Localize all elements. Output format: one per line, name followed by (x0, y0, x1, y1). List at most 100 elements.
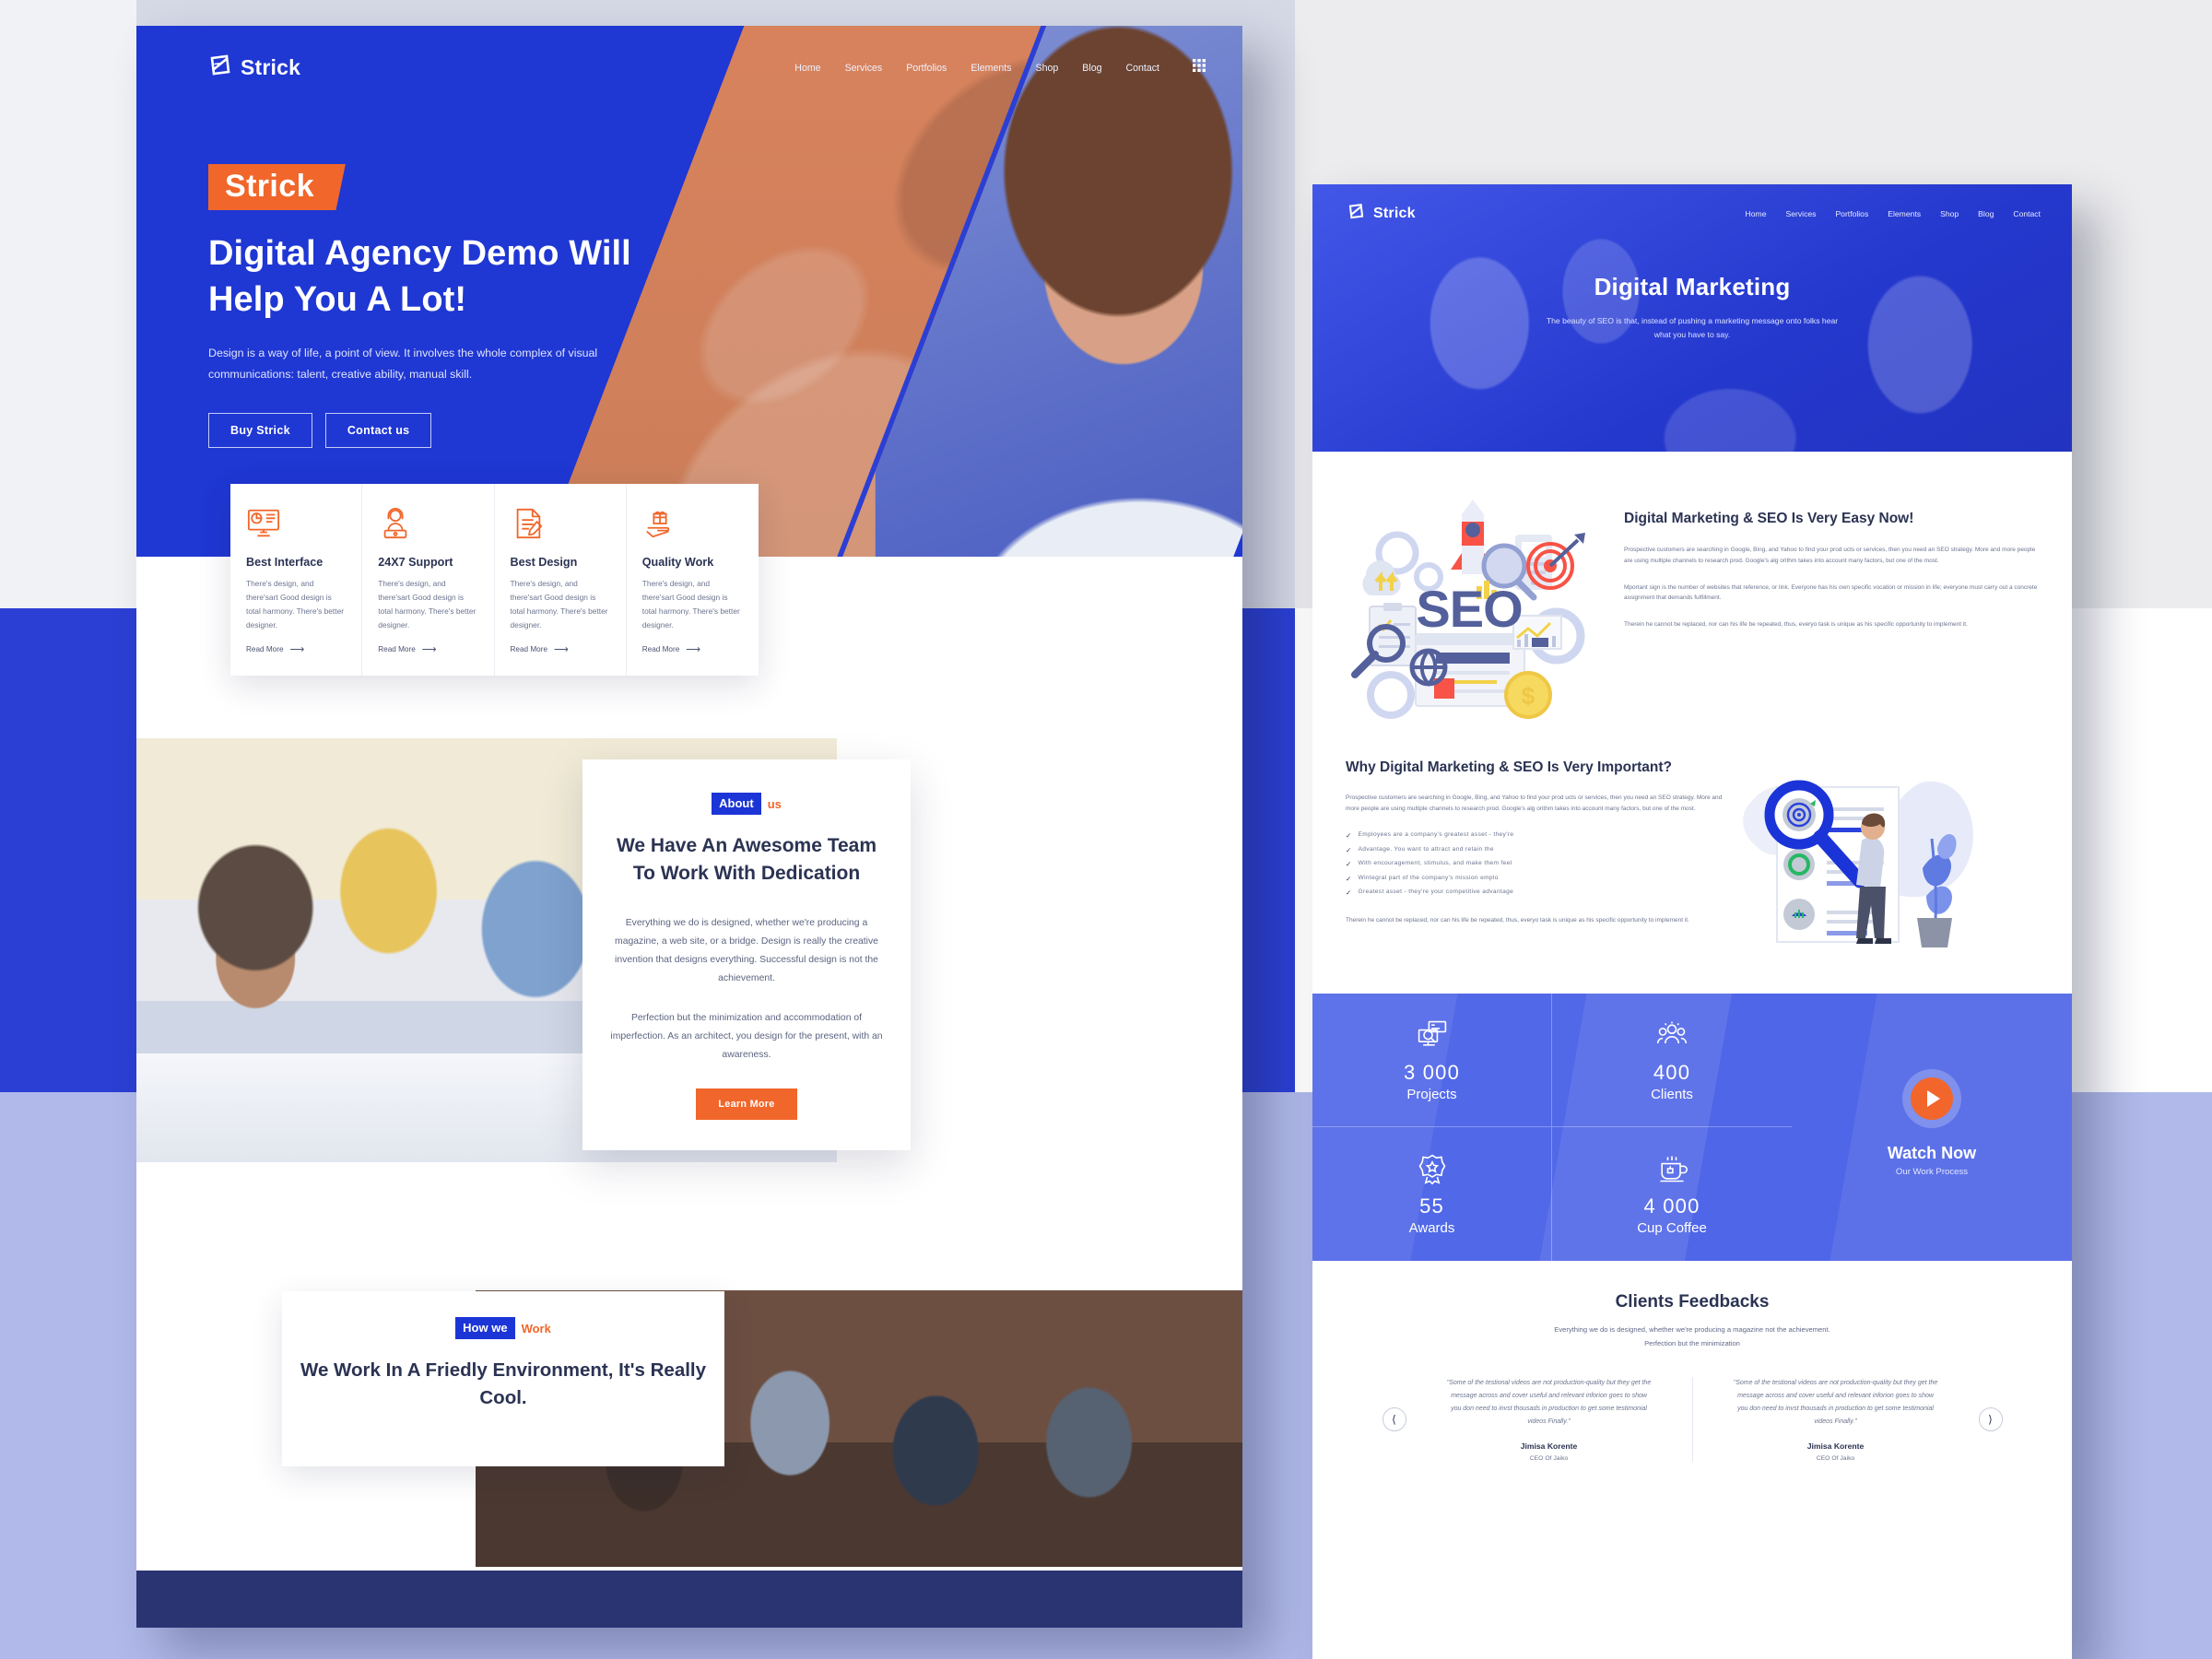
inner-navbar: Strick Home Services Portfolios Elements… (1312, 184, 2072, 225)
presentation-search-icon (1416, 1018, 1449, 1052)
magnifier-document-person-illustration (1742, 767, 2050, 960)
why-text-block: Why Digital Marketing & SEO Is Very Impo… (1346, 758, 1733, 960)
counter-projects: 3 000 Projects (1312, 994, 1552, 1127)
read-more-label: Read More (378, 644, 416, 653)
people-group-icon (1655, 1018, 1688, 1052)
home-page-mockup: Strick Home Services Portfolios Elements… (136, 26, 1242, 1628)
feature-text: There's design, and there'sart Good desi… (378, 579, 477, 629)
nav-item-portfolios[interactable]: Portfolios (906, 63, 947, 74)
inner-hero-section: Strick Home Services Portfolios Elements… (1312, 184, 2072, 452)
hand-gift-diamond-icon (642, 506, 677, 541)
feature-card-support[interactable]: 24X7 Support There's design, and there's… (362, 484, 495, 676)
testimonial-divider (1691, 1376, 1693, 1462)
brand-logo[interactable]: Strick (208, 53, 300, 82)
read-more-link[interactable]: Read More ⟶ (378, 643, 478, 655)
testimonial-author: Jimisa Korente (1806, 1441, 1865, 1451)
seo-heading: Digital Marketing & SEO Is Very Easy Now… (1624, 511, 1914, 526)
why-checklist-label: Wintegral part of the company's mission … (1358, 874, 1499, 881)
hero-content: Strick Digital Agency Demo Will Help You… (208, 164, 688, 449)
counters-section: 3 000 Projects 400 Clients 55 Awards 4 0… (1312, 994, 2072, 1261)
nav-item-shop[interactable]: Shop (1036, 63, 1059, 74)
check-icon: ✓ (1346, 860, 1352, 869)
counter-awards: 55 Awards (1312, 1127, 1552, 1261)
testimonials-heading: Clients Feedbacks (1615, 1292, 1770, 1312)
read-more-link[interactable]: Read More ⟶ (511, 643, 611, 655)
contact-us-button[interactable]: Contact us (324, 413, 432, 449)
about-paragraph-1: Everything we do is designed, whether we… (615, 917, 878, 984)
why-lead: Prospective customers are searching in G… (1346, 794, 1723, 813)
carousel-prev-button[interactable]: ⟨ (1382, 1406, 1406, 1431)
testimonials-subtitle: Everything we do is designed, whether we… (1554, 1325, 1830, 1347)
testimonial-author: Jimisa Korente (1520, 1441, 1578, 1451)
read-more-link[interactable]: Read More ⟶ (246, 643, 347, 655)
why-checklist-item: ✓ Employees are a company's greatest asse… (1346, 829, 1733, 843)
why-checklist-label: With encouragement, stimulus, and make t… (1358, 860, 1512, 867)
play-button-icon[interactable] (1911, 1077, 1953, 1120)
how-we-work-card: How we Work We Work In A Friedly Environ… (282, 1291, 724, 1466)
arrow-right-icon: ⟶ (554, 643, 569, 655)
testimonials-carousel: ⟨ "Some of the testional videos are not … (1312, 1376, 2072, 1462)
check-icon: ✓ (1346, 874, 1352, 883)
inner-nav-item-home[interactable]: Home (1746, 209, 1767, 218)
coffee-cup-icon (1655, 1152, 1688, 1185)
check-icon: ✓ (1346, 831, 1352, 841)
work-heading: We Work In A Friedly Environment, It's R… (300, 1359, 707, 1408)
grid-menu-icon[interactable] (1193, 59, 1206, 76)
hero-paragraph: Design is a way of life, a point of view… (208, 347, 598, 382)
learn-more-button[interactable]: Learn More (696, 1088, 797, 1120)
work-bottom-strip (136, 1571, 1242, 1628)
inner-hero-content: Digital Marketing The beauty of SEO is t… (1312, 273, 2072, 343)
counter-label: Cup Coffee (1637, 1220, 1707, 1236)
feature-card-best-design[interactable]: Best Design There's design, and there'sa… (495, 484, 627, 676)
chevron-right-icon: ⟩ (1988, 1412, 1993, 1426)
hero-brand-tag: Strick (208, 164, 346, 210)
buy-strick-button[interactable]: Buy Strick (208, 413, 312, 449)
background-left-strip (0, 0, 136, 608)
feature-cards: Best Interface There's design, and there… (230, 484, 759, 676)
inner-hero-title: Digital Marketing (1594, 273, 1791, 300)
why-checklist-item: ✓ Greatest asset - they're your competiti… (1346, 886, 1733, 900)
about-pill-bold: About (712, 793, 761, 815)
inner-brand-logo[interactable]: Strick (1347, 203, 1416, 225)
inner-nav-item-elements[interactable]: Elements (1888, 209, 1921, 218)
testimonial-card: "Some of the testional videos are not pr… (1434, 1377, 1665, 1462)
inner-nav-item-blog[interactable]: Blog (1978, 209, 1994, 218)
inner-brand-name: Strick (1373, 206, 1416, 221)
how-we-work-section: How we Work We Work In A Friedly Environ… (136, 1290, 1242, 1628)
nav-item-elements[interactable]: Elements (971, 63, 1011, 74)
counter-number: 4 000 (1643, 1194, 1700, 1218)
feature-card-quality-work[interactable]: Quality Work There's design, and there's… (627, 484, 759, 676)
about-heading: We Have An Awesome Team To Work With Ded… (616, 835, 877, 884)
read-more-link[interactable]: Read More ⟶ (642, 643, 744, 655)
why-tail: Therein he cannot be replaced, nor can h… (1346, 916, 1689, 924)
inner-nav-item-services[interactable]: Services (1785, 209, 1816, 218)
nav-item-services[interactable]: Services (845, 63, 883, 74)
carousel-next-button[interactable]: ⟩ (1978, 1406, 2003, 1431)
check-icon: ✓ (1346, 888, 1352, 898)
counter-label: Projects (1406, 1086, 1457, 1102)
watch-now-block: Watch Now Our Work Process (1792, 994, 2072, 1261)
award-badge-icon (1416, 1152, 1449, 1185)
arrow-right-icon: ⟶ (686, 643, 701, 655)
why-checklist-label: Greatest asset - they're your competitiv… (1358, 888, 1514, 896)
feature-title: Best Interface (246, 556, 324, 569)
svg-text:$: $ (1522, 682, 1535, 710)
counter-number: 400 (1653, 1060, 1691, 1084)
seo-section: $ SEO Digital Marketing & SEO Is Very Ea… (1312, 452, 2072, 748)
testimonial-role: CEO Of Jaiko (1816, 1454, 1855, 1462)
feature-card-best-interface[interactable]: Best Interface There's design, and there… (230, 484, 363, 676)
nav-item-blog[interactable]: Blog (1082, 63, 1101, 74)
nav-item-home[interactable]: Home (794, 63, 820, 74)
testimonials-section: Clients Feedbacks Everything we do is de… (1312, 1261, 2072, 1462)
counter-clients: 400 Clients (1552, 994, 1792, 1127)
inner-nav-item-contact[interactable]: Contact (2013, 209, 2041, 218)
inner-nav-item-shop[interactable]: Shop (1940, 209, 1959, 218)
strick-logo-icon (1347, 203, 1365, 225)
nav-item-contact[interactable]: Contact (1125, 63, 1159, 74)
inner-nav-item-portfolios[interactable]: Portfolios (1835, 209, 1868, 218)
testimonial-card: "Some of the testional videos are not pr… (1721, 1377, 1951, 1462)
hero-section: Strick Home Services Portfolios Elements… (136, 26, 1242, 557)
about-pill-accent: us (767, 796, 782, 811)
read-more-label: Read More (510, 644, 548, 653)
testimonial-quote: "Some of the testional videos are not pr… (1733, 1379, 1938, 1425)
